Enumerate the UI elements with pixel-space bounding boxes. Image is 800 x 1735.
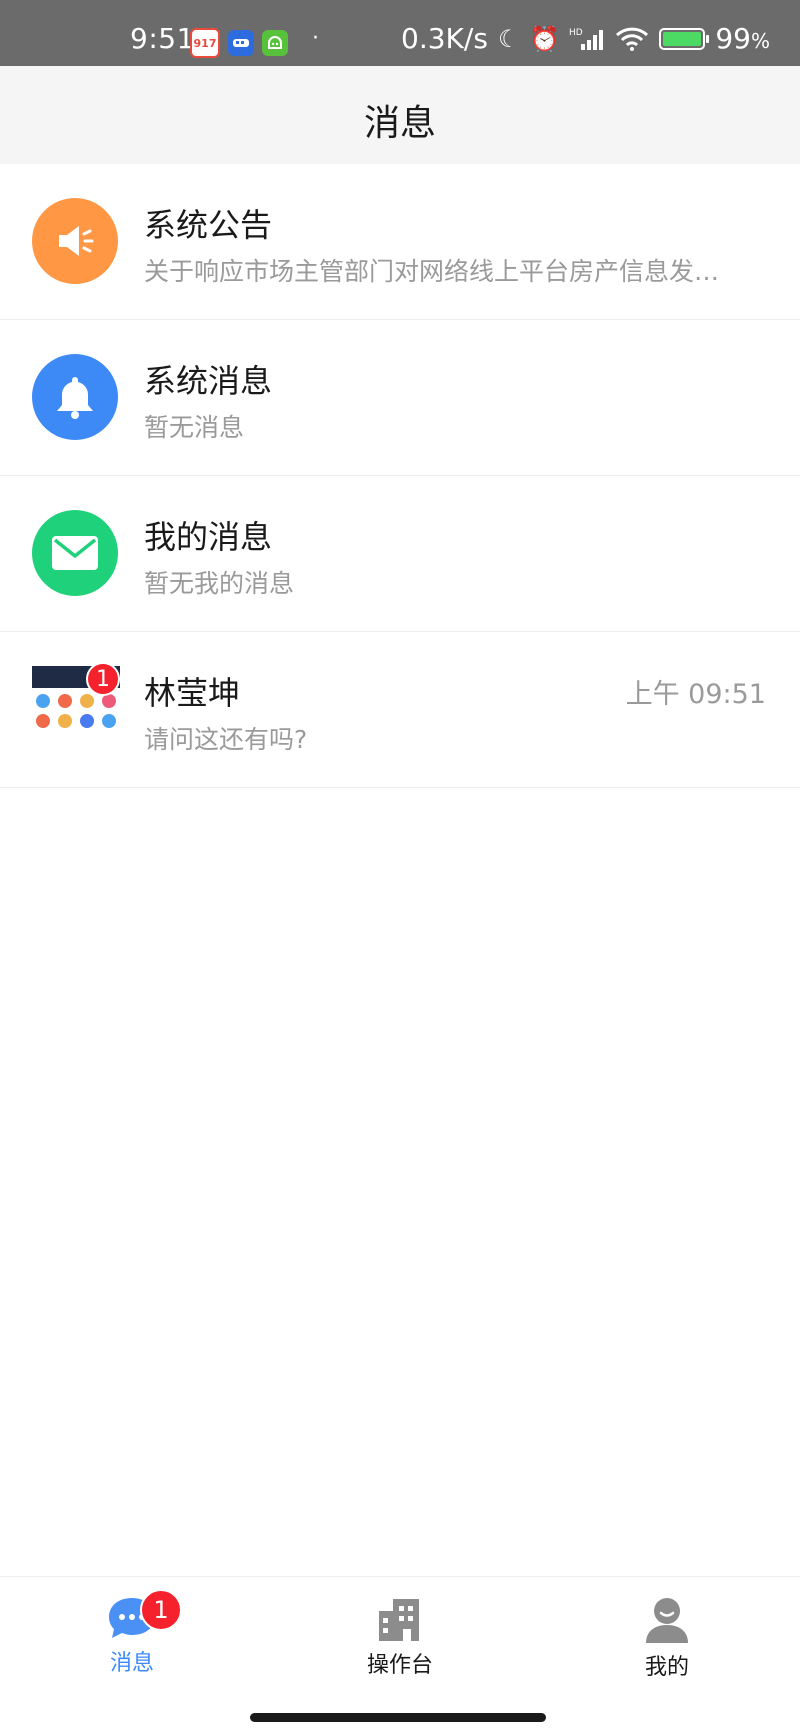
item-title: 系统消息	[144, 362, 273, 400]
app-train-icon	[228, 30, 254, 56]
bottom-tab-bar: 消息 1 操作台 我的	[0, 1576, 800, 1735]
alarm-icon: ⏰	[529, 24, 560, 53]
envelope-icon	[32, 510, 118, 596]
page-title: 消息	[363, 103, 436, 144]
home-indicator[interactable]	[250, 1713, 546, 1722]
battery-percent: 99%	[715, 22, 770, 55]
message-list: 系统公告 关于响应市场主管部门对网络线上平台房产信息发… 系统消息 暂无消息 我…	[0, 164, 800, 788]
wifi-icon	[616, 27, 649, 51]
item-preview: 关于响应市场主管部门对网络线上平台房产信息发…	[144, 257, 720, 286]
unread-badge: 1	[86, 662, 120, 696]
status-app-icons: 917	[190, 28, 288, 58]
item-preview: 暂无我的消息	[144, 569, 295, 598]
tab-label: 操作台	[366, 1653, 433, 1678]
tab-badge: 1	[140, 1589, 182, 1631]
battery-icon	[659, 27, 710, 50]
moon-icon: ☾	[497, 24, 520, 53]
list-item-system-announcement[interactable]: 系统公告 关于响应市场主管部门对网络线上平台房产信息发…	[0, 164, 800, 320]
tab-messages[interactable]: 消息 1	[72, 1589, 192, 1677]
header-bar: 消息	[0, 66, 800, 164]
app-android-icon	[262, 30, 288, 56]
item-time: 上午 09:51	[625, 679, 766, 710]
list-item-my-message[interactable]: 我的消息 暂无我的消息	[0, 476, 800, 632]
list-item-system-message[interactable]: 系统消息 暂无消息	[0, 320, 800, 476]
status-dot: ·	[312, 26, 319, 51]
signal-icon: HD	[569, 28, 604, 50]
item-preview: 请问这还有吗?	[144, 725, 308, 754]
network-speed: 0.3K/s	[401, 22, 488, 55]
item-title: 系统公告	[144, 206, 273, 244]
tab-console[interactable]: 操作台	[340, 1595, 460, 1679]
bell-icon	[32, 354, 118, 440]
item-title: 我的消息	[144, 518, 273, 556]
tab-profile[interactable]: 我的	[607, 1595, 727, 1681]
tab-label: 我的	[644, 1655, 689, 1680]
item-title: 林莹坤	[144, 674, 241, 712]
status-bar: 9:51 917 · 0.3K/s ☾ ⏰ HD 99%	[0, 0, 800, 66]
list-item-chat[interactable]: 1 林莹坤 上午 09:51 请问这还有吗?	[0, 632, 800, 788]
building-icon	[379, 1599, 419, 1641]
user-icon	[646, 1598, 688, 1643]
app-917-icon: 917	[190, 28, 220, 58]
tab-label: 消息	[109, 1651, 154, 1676]
status-time: 9:51	[130, 22, 195, 55]
speaker-icon	[32, 198, 118, 284]
item-preview: 暂无消息	[144, 413, 245, 442]
svg-text:HD: HD	[569, 28, 583, 38]
status-right: 0.3K/s ☾ ⏰ HD 99%	[401, 22, 770, 55]
